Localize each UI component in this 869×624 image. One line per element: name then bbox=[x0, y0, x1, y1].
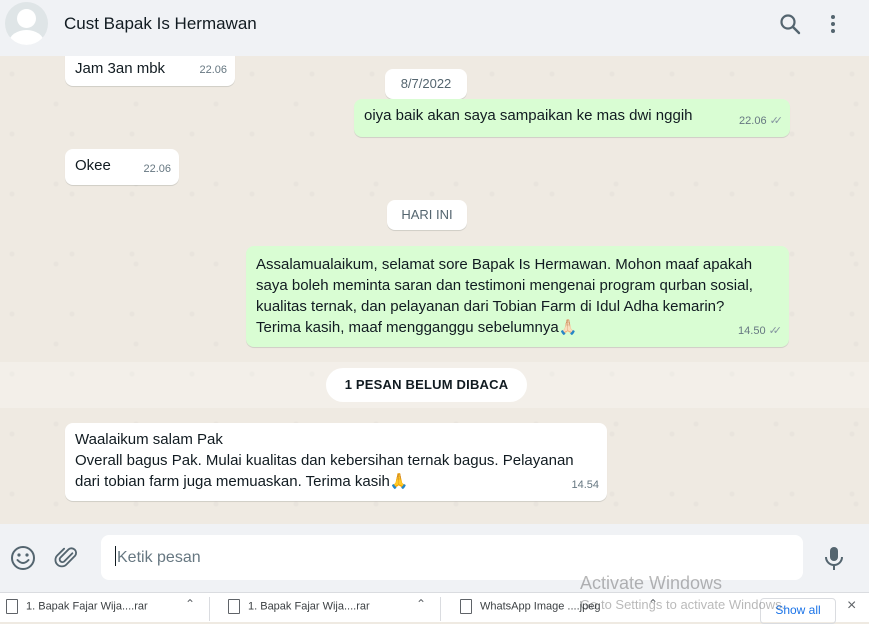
message-line: kualitas ternak, dan pelayanan dari Tobi… bbox=[256, 298, 725, 315]
message-text: Okee bbox=[75, 157, 111, 174]
menu-dots-icon[interactable] bbox=[821, 12, 845, 36]
attach-icon[interactable] bbox=[53, 544, 81, 572]
unread-count-badge: 1 PESAN BELUM DIBACA bbox=[326, 368, 527, 402]
read-ticks-icon: ✓✓ bbox=[769, 115, 784, 127]
message-outgoing[interactable]: oiya baik akan saya sampaikan ke mas dwi… bbox=[354, 99, 790, 137]
message-time: 22.06 bbox=[199, 64, 227, 76]
chevron-up-icon[interactable]: ⌃ bbox=[416, 597, 426, 611]
download-item[interactable]: 1. Bapak Fajar Wija....rar bbox=[6, 599, 148, 614]
text-caret bbox=[115, 546, 116, 566]
activation-watermark: Activate Windows Go to Settings to activ… bbox=[580, 573, 785, 612]
read-ticks-icon: ✓✓ bbox=[768, 325, 783, 337]
file-icon bbox=[6, 599, 18, 614]
message-incoming[interactable]: Jam 3an mbk 22.06 bbox=[65, 56, 235, 86]
message-outgoing[interactable]: Assalamualaikum, selamat sore Bapak Is H… bbox=[246, 246, 789, 347]
message-line: Overall bagus Pak. Mulai kualitas dan ke… bbox=[75, 452, 574, 469]
message-line: Waalaikum salam Pak bbox=[75, 431, 223, 448]
search-icon[interactable] bbox=[778, 12, 802, 36]
message-line: Terima kasih, maaf mengganggu sebelumnya… bbox=[256, 319, 578, 336]
chat-area[interactable]: Jam 3an mbk 22.06 8/7/2022 oiya baik aka… bbox=[0, 56, 869, 524]
message-time: 14.50 bbox=[738, 325, 766, 337]
watermark-title: Activate Windows bbox=[580, 573, 723, 593]
file-icon bbox=[228, 599, 240, 614]
avatar-icon[interactable] bbox=[5, 2, 48, 45]
close-icon[interactable]: × bbox=[847, 597, 856, 615]
message-line: saya boleh meminta saran dan testimoni m… bbox=[256, 277, 753, 294]
contact-name[interactable]: Cust Bapak Is Hermawan bbox=[64, 14, 257, 34]
image-file-icon bbox=[460, 599, 472, 614]
message-incoming[interactable]: Okee 22.06 bbox=[65, 149, 179, 185]
mic-icon[interactable] bbox=[820, 544, 848, 572]
message-text: oiya baik akan saya sampaikan ke mas dwi… bbox=[364, 107, 693, 124]
date-divider: HARI INI bbox=[387, 200, 467, 230]
message-incoming[interactable]: Waalaikum salam Pak Overall bagus Pak. M… bbox=[65, 423, 607, 501]
message-line: Assalamualaikum, selamat sore Bapak Is H… bbox=[256, 256, 753, 273]
emoji-icon[interactable] bbox=[9, 544, 37, 572]
download-item[interactable]: 1. Bapak Fajar Wija....rar bbox=[228, 599, 370, 614]
chevron-up-icon[interactable]: ⌃ bbox=[185, 597, 195, 611]
message-time: 22.06 bbox=[143, 163, 171, 175]
message-time: 14.54 bbox=[571, 479, 599, 491]
date-divider: 8/7/2022 bbox=[385, 69, 467, 99]
message-line: dari tobian farm juga memuaskan. Terima … bbox=[75, 473, 409, 490]
message-text: Jam 3an mbk bbox=[75, 60, 166, 77]
message-time: 22.06 bbox=[739, 115, 767, 127]
chat-header: Cust Bapak Is Hermawan bbox=[0, 0, 869, 56]
watermark-subtitle: Go to Settings to activate Windows. bbox=[580, 597, 786, 612]
